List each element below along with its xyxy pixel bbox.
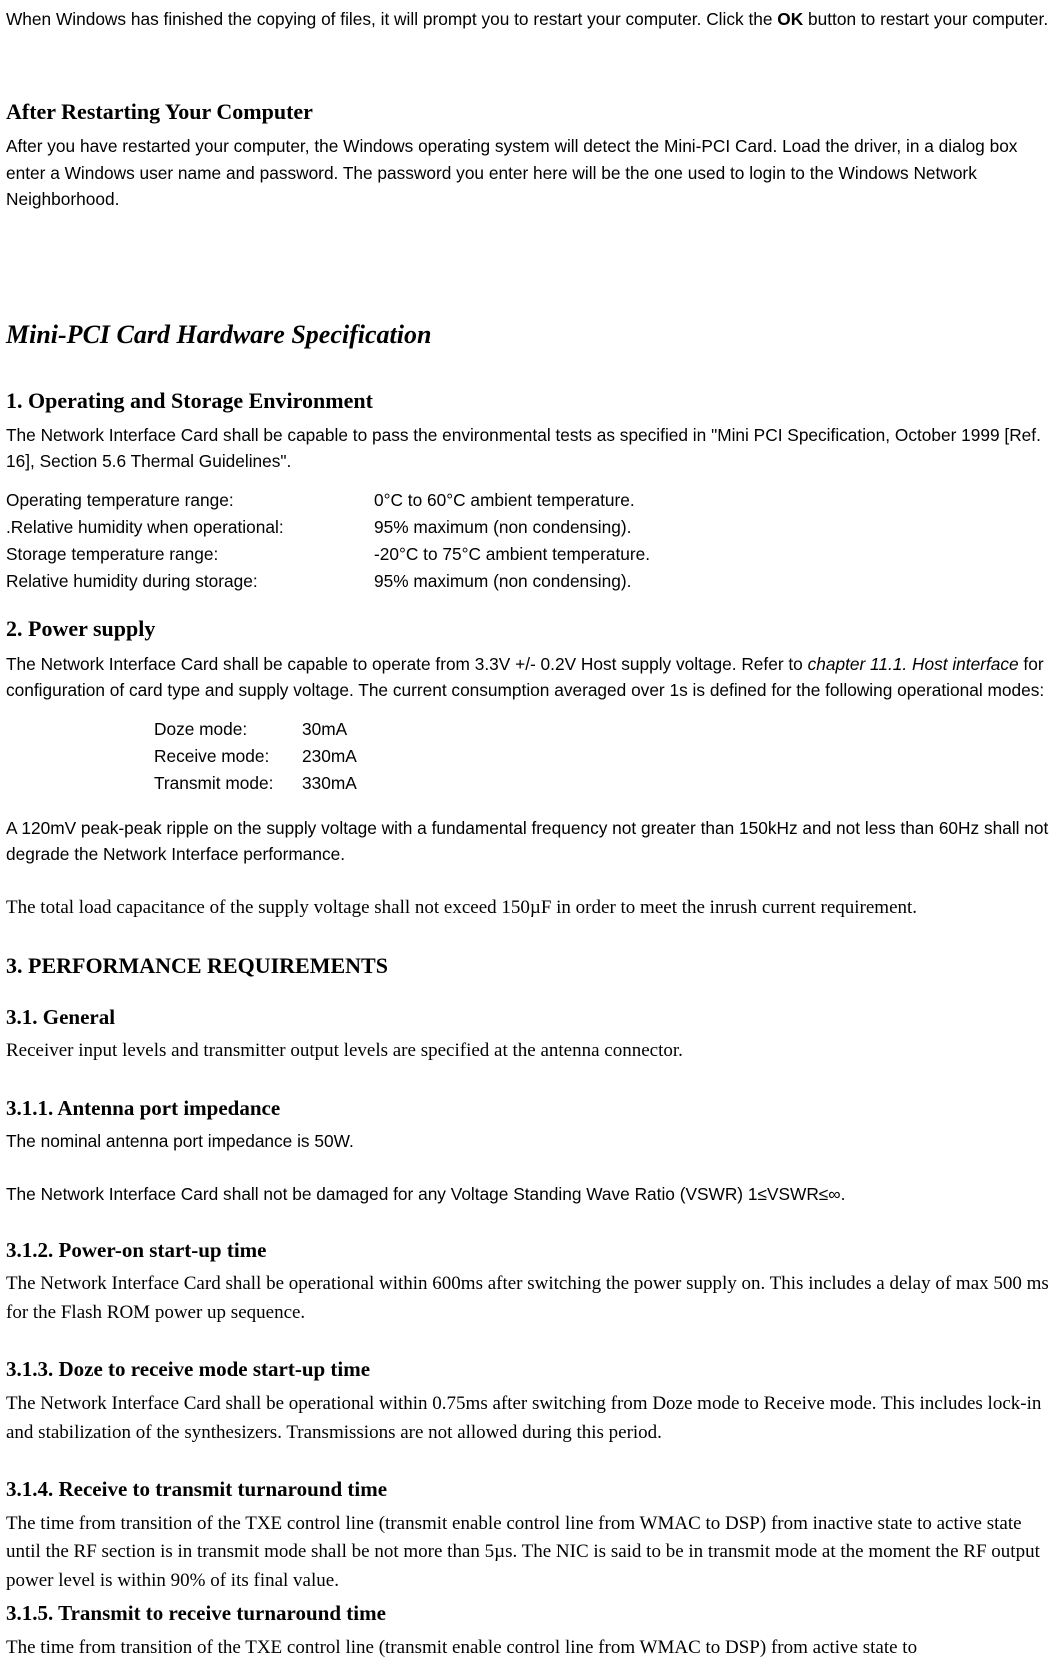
- env-spec-table: Operating temperature range: 0°C to 60°C…: [6, 487, 1050, 594]
- spec-label: Relative humidity during storage:: [6, 568, 374, 595]
- mode-label: Receive mode:: [154, 743, 302, 770]
- power-paragraph-2: A 120mV peak-peak ripple on the supply v…: [6, 815, 1050, 869]
- perf-heading: 3. PERFORMANCE REQUIREMENTS: [6, 949, 1050, 983]
- intro-text-post: button to restart your computer.: [803, 9, 1048, 29]
- power-paragraph-3: The total load capacitance of the supply…: [6, 894, 1050, 923]
- mode-value: 330mA: [302, 770, 357, 797]
- env-heading: 1. Operating and Storage Environment: [6, 384, 1050, 418]
- poweron-heading: 3.1.2. Power-on start-up time: [6, 1234, 1050, 1267]
- spec-value: -20°C to 75°C ambient temperature.: [374, 541, 1050, 568]
- tx2rx-paragraph: The time from transition of the TXE cont…: [6, 1634, 1050, 1663]
- antenna-paragraph-1: The nominal antenna port impedance is 50…: [6, 1128, 1050, 1155]
- intro-text-pre: When Windows has finished the copying of…: [6, 9, 777, 29]
- spec-label: .Relative humidity when operational:: [6, 514, 374, 541]
- spec-value: 0°C to 60°C ambient temperature.: [374, 487, 1050, 514]
- power-paragraph-1: The Network Interface Card shall be capa…: [6, 651, 1050, 705]
- spec-row: Operating temperature range: 0°C to 60°C…: [6, 487, 1050, 514]
- mode-row: Doze mode: 30mA: [154, 716, 1050, 743]
- spec-row: .Relative humidity when operational: 95%…: [6, 514, 1050, 541]
- rx2tx-paragraph: The time from transition of the TXE cont…: [6, 1510, 1050, 1596]
- power-p1-italic: chapter 11.1. Host interface: [808, 654, 1024, 674]
- restart-paragraph: After you have restarted your computer, …: [6, 133, 1050, 213]
- restart-heading: After Restarting Your Computer: [6, 95, 1050, 129]
- mode-row: Receive mode: 230mA: [154, 743, 1050, 770]
- spec-row: Relative humidity during storage: 95% ma…: [6, 568, 1050, 595]
- power-p1-pre: The Network Interface Card shall be capa…: [6, 654, 808, 674]
- intro-paragraph: When Windows has finished the copying of…: [6, 6, 1050, 33]
- tx2rx-heading: 3.1.5. Transmit to receive turnaround ti…: [6, 1597, 1050, 1630]
- mode-label: Transmit mode:: [154, 770, 302, 797]
- mode-value: 30mA: [302, 716, 347, 743]
- modes-table: Doze mode: 30mA Receive mode: 230mA Tran…: [154, 716, 1050, 796]
- spec-label: Storage temperature range:: [6, 541, 374, 568]
- doze-heading: 3.1.3. Doze to receive mode start-up tim…: [6, 1353, 1050, 1386]
- mode-row: Transmit mode: 330mA: [154, 770, 1050, 797]
- spec-value: 95% maximum (non condensing).: [374, 514, 1050, 541]
- doze-paragraph: The Network Interface Card shall be oper…: [6, 1390, 1050, 1447]
- mode-label: Doze mode:: [154, 716, 302, 743]
- general-paragraph: Receiver input levels and transmitter ou…: [6, 1037, 1050, 1066]
- antenna-paragraph-2: The Network Interface Card shall not be …: [6, 1181, 1050, 1208]
- poweron-paragraph: The Network Interface Card shall be oper…: [6, 1270, 1050, 1327]
- rx2tx-heading: 3.1.4. Receive to transmit turnaround ti…: [6, 1473, 1050, 1506]
- general-heading: 3.1. General: [6, 1001, 1050, 1034]
- ok-bold: OK: [777, 9, 803, 29]
- env-paragraph: The Network Interface Card shall be capa…: [6, 422, 1050, 476]
- spec-label: Operating temperature range:: [6, 487, 374, 514]
- power-heading: 2. Power supply: [6, 612, 1050, 646]
- spec-row: Storage temperature range: -20°C to 75°C…: [6, 541, 1050, 568]
- mode-value: 230mA: [302, 743, 357, 770]
- antenna-heading: 3.1.1. Antenna port impedance: [6, 1092, 1050, 1125]
- spec-value: 95% maximum (non condensing).: [374, 568, 1050, 595]
- spec-title: Mini-PCI Card Hardware Specification: [6, 315, 1050, 355]
